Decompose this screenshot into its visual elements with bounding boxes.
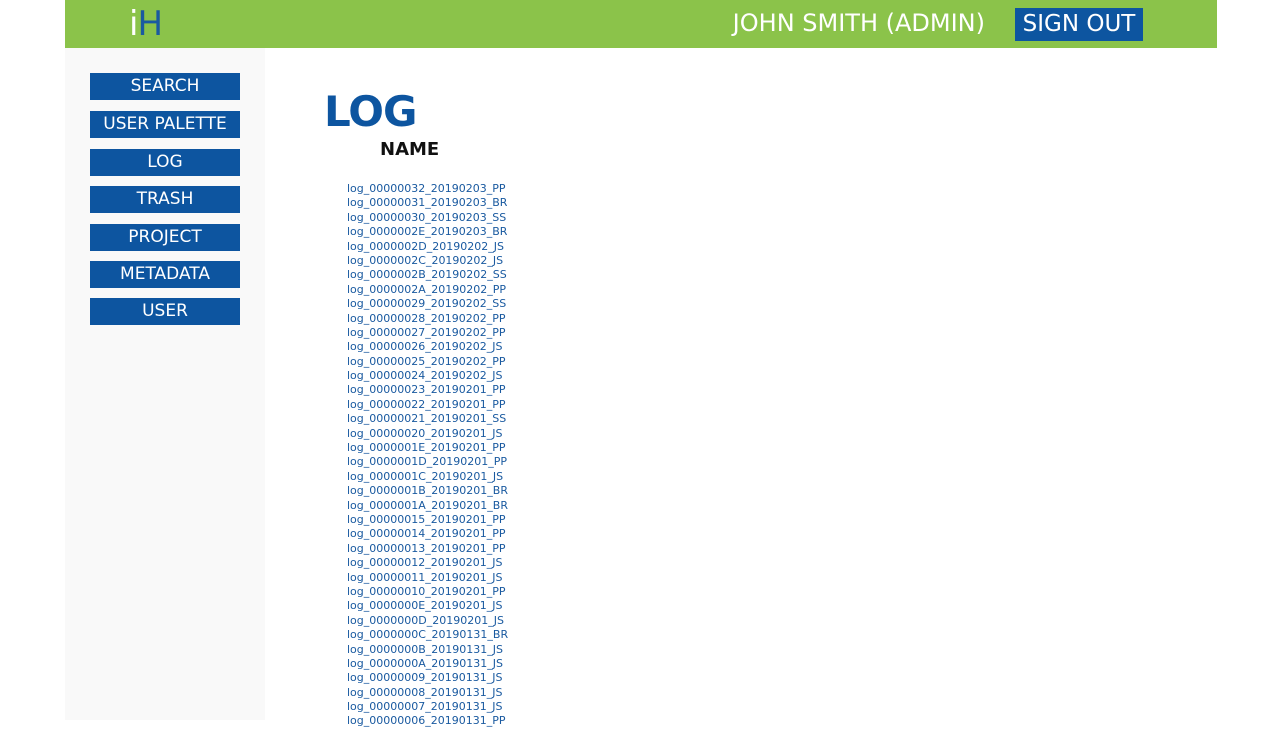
log-file-link[interactable]: log_00000020_20190201_JS xyxy=(347,427,508,441)
log-file-link[interactable]: log_0000002E_20190203_BR xyxy=(347,225,508,239)
log-file-link[interactable]: log_0000001B_20190201_BR xyxy=(347,484,508,498)
sidebar: SEARCH USER PALETTE LOG TRASH PROJECT ME… xyxy=(65,48,265,720)
log-file-link[interactable]: log_0000002B_20190202_SS xyxy=(347,268,508,282)
log-file-link[interactable]: log_00000022_20190201_PP xyxy=(347,398,508,412)
log-file-link[interactable]: log_0000002D_20190202_JS xyxy=(347,240,508,254)
sidebar-item-log[interactable]: LOG xyxy=(90,149,240,176)
log-file-link[interactable]: log_00000025_20190202_PP xyxy=(347,355,508,369)
log-file-link[interactable]: log_00000026_20190202_JS xyxy=(347,340,508,354)
log-file-link[interactable]: log_00000014_20190201_PP xyxy=(347,527,508,541)
log-file-link[interactable]: log_0000001E_20190201_PP xyxy=(347,441,508,455)
log-file-link[interactable]: log_0000002C_20190202_JS xyxy=(347,254,508,268)
log-file-link[interactable]: log_0000000C_20190131_BR xyxy=(347,628,508,642)
log-file-link[interactable]: log_00000011_20190201_JS xyxy=(347,571,508,585)
log-file-link[interactable]: log_00000009_20190131_JS xyxy=(347,671,508,685)
log-file-link[interactable]: log_00000010_20190201_PP xyxy=(347,585,508,599)
log-file-link[interactable]: log_0000001C_20190201_JS xyxy=(347,470,508,484)
log-file-link[interactable]: log_00000024_20190202_JS xyxy=(347,369,508,383)
sidebar-item-trash[interactable]: TRASH xyxy=(90,186,240,213)
app-frame: iH JOHN SMITH (ADMIN) SIGN OUT SEARCH US… xyxy=(65,0,1217,727)
log-file-link[interactable]: log_0000000E_20190201_JS xyxy=(347,599,508,613)
log-file-link[interactable]: log_00000008_20190131_JS xyxy=(347,686,508,700)
sidebar-item-project[interactable]: PROJECT xyxy=(90,224,240,251)
sign-out-button[interactable]: SIGN OUT xyxy=(1015,8,1143,41)
log-file-link[interactable]: log_00000015_20190201_PP xyxy=(347,513,508,527)
sidebar-item-user[interactable]: USER xyxy=(90,298,240,325)
log-file-link[interactable]: log_00000007_20190131_JS xyxy=(347,700,508,714)
log-file-link[interactable]: log_00000031_20190203_BR xyxy=(347,196,508,210)
current-user-label: JOHN SMITH (ADMIN) xyxy=(732,9,985,37)
sidebar-item-metadata[interactable]: METADATA xyxy=(90,261,240,288)
page-title: LOG xyxy=(324,87,417,136)
log-file-link[interactable]: log_00000027_20190202_PP xyxy=(347,326,508,340)
sidebar-item-search[interactable]: SEARCH xyxy=(90,73,240,100)
log-file-link[interactable]: log_00000032_20190203_PP xyxy=(347,182,508,196)
log-file-link[interactable]: log_00000030_20190203_SS xyxy=(347,211,508,225)
sidebar-item-user-palette[interactable]: USER PALETTE xyxy=(90,111,240,138)
log-file-link[interactable]: log_0000001D_20190201_PP xyxy=(347,455,508,469)
log-file-link[interactable]: log_00000028_20190202_PP xyxy=(347,312,508,326)
log-file-link[interactable]: log_00000012_20190201_JS xyxy=(347,556,508,570)
logo-letter-h: H xyxy=(137,4,163,44)
log-file-link[interactable]: log_0000001A_20190201_BR xyxy=(347,499,508,513)
app-logo[interactable]: iH xyxy=(129,4,163,44)
log-file-link[interactable]: log_00000029_20190202_SS xyxy=(347,297,508,311)
log-list: log_00000032_20190203_PP log_00000031_201… xyxy=(347,182,508,729)
log-file-link[interactable]: log_00000013_20190201_PP xyxy=(347,542,508,556)
log-file-link[interactable]: log_0000002A_20190202_PP xyxy=(347,283,508,297)
name-column-header: NAME xyxy=(380,139,440,160)
log-file-link[interactable]: log_0000000D_20190201_JS xyxy=(347,614,508,628)
log-file-link[interactable]: log_0000000A_20190131_JS xyxy=(347,657,508,671)
log-file-link[interactable]: log_00000023_20190201_PP xyxy=(347,383,508,397)
top-bar: iH JOHN SMITH (ADMIN) SIGN OUT xyxy=(65,0,1217,48)
log-file-link[interactable]: log_00000021_20190201_SS xyxy=(347,412,508,426)
log-file-link[interactable]: log_0000000B_20190131_JS xyxy=(347,643,508,657)
log-file-link[interactable]: log_00000006_20190131_PP xyxy=(347,714,508,728)
